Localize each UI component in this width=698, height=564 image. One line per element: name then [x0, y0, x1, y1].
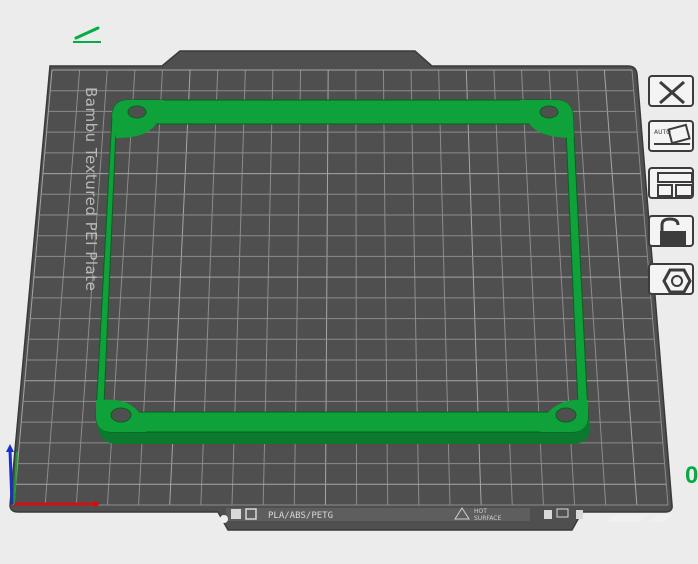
lock-icon	[660, 217, 686, 245]
right-edge-badge: 0	[685, 462, 698, 489]
plate-corner-marker-2	[648, 514, 672, 522]
close-plate-button[interactable]	[648, 75, 694, 107]
arrange-icon	[657, 172, 692, 197]
trash-icon	[544, 510, 552, 519]
auto-orient-button[interactable]: AUTO	[648, 120, 694, 152]
bin-icon	[576, 510, 583, 519]
settings-icon	[662, 268, 692, 293]
arrange-button[interactable]	[648, 167, 694, 199]
filament-types-label: PLA/ABS/PETG	[268, 511, 333, 521]
viewport-canvas[interactable]: Bambu Textured PEI Plate PLA/ABS/PETG HO…	[0, 0, 698, 564]
plate-settings-button[interactable]	[648, 263, 694, 295]
lock-plate-button[interactable]	[648, 215, 694, 247]
surface-label: SURFACE	[474, 515, 501, 522]
hot-label: HOT	[474, 508, 487, 515]
auto-orient-icon: AUTO	[654, 123, 691, 145]
plate-name-label: Bambu Textured PEI Plate	[82, 87, 100, 291]
plate-type-icon	[231, 509, 241, 519]
close-icon	[659, 80, 685, 105]
edit-icon[interactable]	[73, 26, 101, 43]
plate-corner-marker	[606, 514, 648, 522]
